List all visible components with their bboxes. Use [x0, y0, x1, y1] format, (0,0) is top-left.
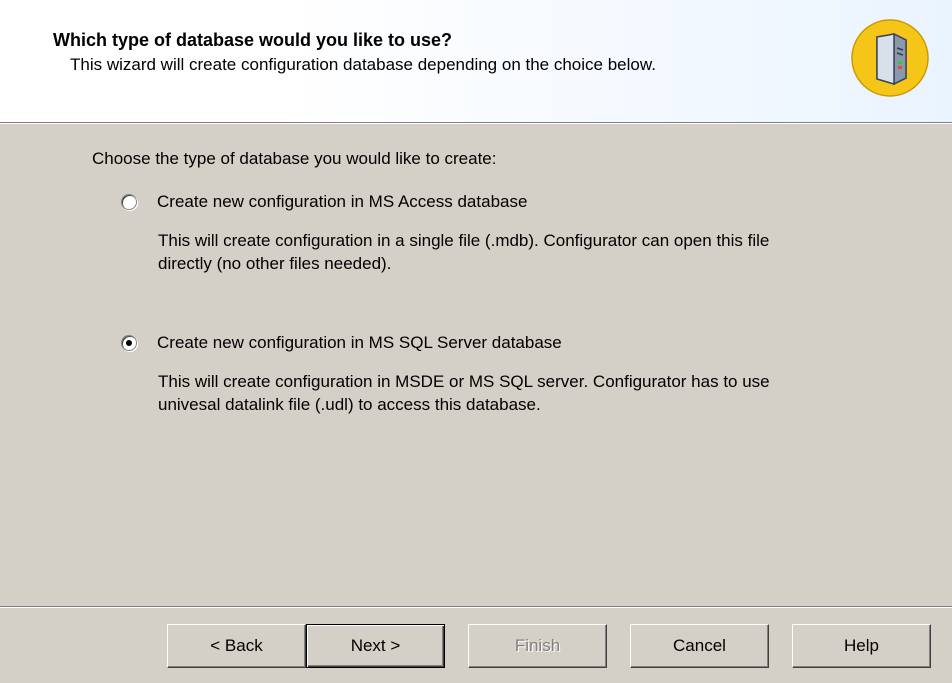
description-line: This will create configuration in a sing… — [158, 231, 770, 250]
footer-divider-highlight — [0, 607, 952, 608]
radio-selected-dot — [126, 340, 132, 346]
radio-ms-access[interactable]: Create new configuration in MS Access da… — [121, 192, 527, 212]
radio-label-ms-access[interactable]: Create new configuration in MS Access da… — [157, 192, 527, 212]
page-title: Which type of database would you like to… — [53, 30, 453, 50]
cancel-button[interactable]: Cancel — [630, 624, 769, 668]
description-line: This will create configuration in MSDE o… — [158, 372, 770, 391]
description-line: univesal datalink file (.udl) to access … — [158, 395, 541, 414]
header-divider-highlight — [0, 123, 952, 124]
database-server-icon — [851, 19, 929, 97]
help-button[interactable]: Help — [792, 624, 931, 668]
radio-ms-sql-server[interactable]: Create new configuration in MS SQL Serve… — [121, 333, 562, 353]
ms-sql-server-description: This will create configuration in MSDE o… — [158, 370, 898, 416]
description-line: directly (no other files needed). — [158, 254, 392, 273]
radio-label-ms-sql-server[interactable]: Create new configuration in MS SQL Serve… — [157, 333, 562, 353]
wizard-header: Which type of database would you like to… — [0, 0, 952, 122]
finish-button: Finish — [468, 624, 607, 668]
back-button[interactable]: < Back — [167, 624, 306, 668]
next-button[interactable]: Next > — [306, 624, 445, 668]
prompt-label: Choose the type of database you would li… — [92, 149, 497, 168]
page-subtitle: This wizard will create configuration da… — [70, 55, 656, 74]
radio-button-ms-sql-server[interactable] — [121, 335, 137, 351]
ms-access-description: This will create configuration in a sing… — [158, 229, 898, 275]
radio-button-ms-access[interactable] — [121, 194, 137, 210]
